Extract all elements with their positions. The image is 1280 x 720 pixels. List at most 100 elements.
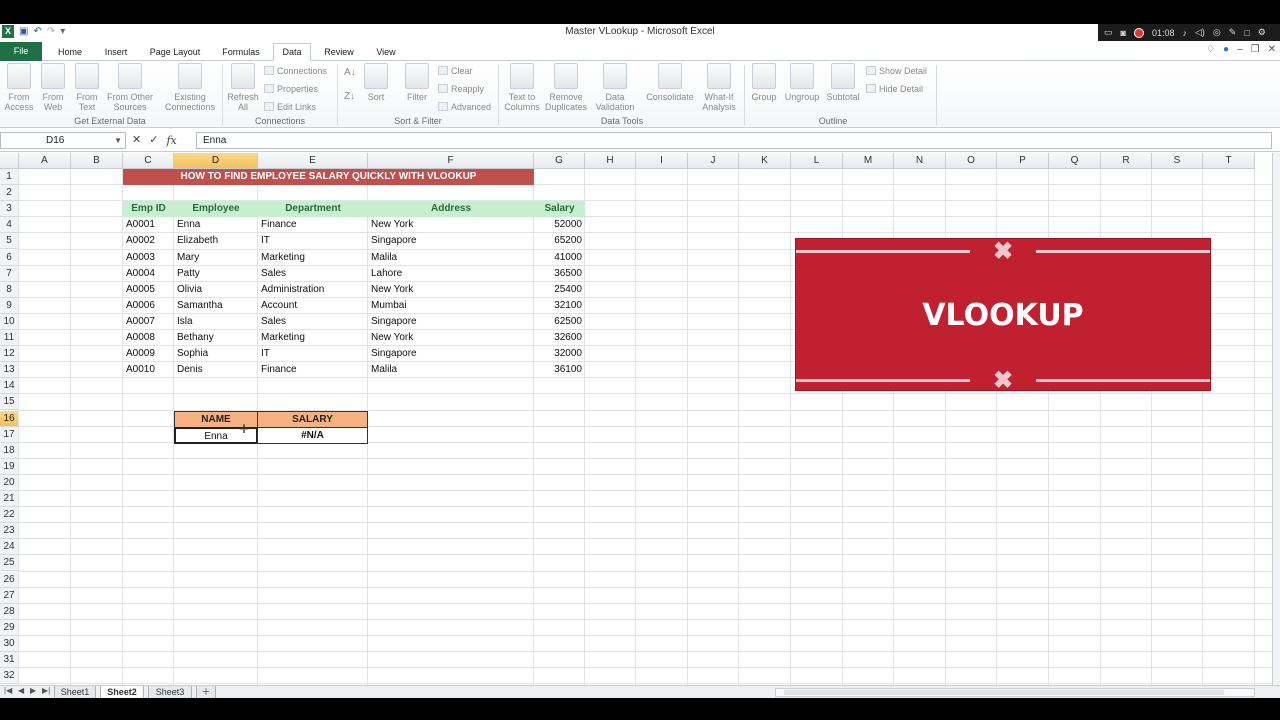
row-header-17[interactable]: 17 bbox=[0, 426, 19, 443]
microphone-icon[interactable]: ♪ bbox=[1182, 28, 1187, 38]
row-header-24[interactable]: 24 bbox=[0, 539, 19, 556]
cell-employee[interactable]: Bethany bbox=[174, 330, 258, 346]
tab-file[interactable]: File bbox=[0, 42, 42, 61]
column-header-p[interactable]: P bbox=[997, 153, 1049, 169]
header-salary[interactable]: Salary bbox=[534, 201, 585, 217]
row-header-30[interactable]: 30 bbox=[0, 635, 19, 652]
cell-emp-id[interactable]: A0009 bbox=[123, 346, 174, 362]
title-banner[interactable]: HOW TO FIND EMPLOYEE SALARY QUICKLY WITH… bbox=[123, 169, 534, 185]
cell-address[interactable]: Singapore bbox=[368, 233, 534, 249]
row-header-12[interactable]: 12 bbox=[0, 346, 19, 363]
cell-salary[interactable]: 62500 bbox=[534, 314, 585, 330]
cell-department[interactable]: Account bbox=[258, 298, 368, 314]
column-header-b[interactable]: B bbox=[71, 153, 123, 169]
window-icon[interactable]: ▭ bbox=[1104, 27, 1113, 38]
tab-formulas[interactable]: Formulas bbox=[216, 44, 266, 61]
remove-duplicates-button[interactable]: Remove Duplicates bbox=[543, 63, 589, 112]
settings-icon[interactable]: ⚙ bbox=[1258, 27, 1266, 38]
cell-department[interactable]: IT bbox=[258, 346, 368, 362]
cell-employee[interactable]: Samantha bbox=[174, 298, 258, 314]
advanced-button[interactable]: Advanced bbox=[438, 101, 491, 113]
cell-department[interactable]: Sales bbox=[258, 266, 368, 282]
data-validation-button[interactable]: Data Validation bbox=[592, 63, 638, 112]
column-header-s[interactable]: S bbox=[1152, 153, 1203, 169]
column-header-n[interactable]: N bbox=[894, 153, 946, 169]
cell-employee[interactable]: Sophia bbox=[174, 346, 258, 362]
sort-ascending-icon[interactable]: A↓ bbox=[344, 67, 356, 79]
row-header-29[interactable]: 29 bbox=[0, 619, 19, 636]
chevron-down-icon[interactable]: ▼ bbox=[114, 133, 122, 148]
reapply-button[interactable]: Reapply bbox=[438, 83, 484, 95]
row-header-8[interactable]: 8 bbox=[0, 281, 19, 298]
connections-button[interactable]: Connections bbox=[264, 65, 327, 77]
column-header-r[interactable]: R bbox=[1101, 153, 1152, 169]
tab-home[interactable]: Home bbox=[50, 44, 90, 61]
cell-emp-id[interactable]: A0003 bbox=[123, 250, 174, 266]
column-header-j[interactable]: J bbox=[688, 153, 739, 169]
sheet-tab-sheet1[interactable]: Sheet1 bbox=[54, 686, 96, 698]
cell-employee[interactable]: Olivia bbox=[174, 282, 258, 298]
cell-emp-id[interactable]: A0006 bbox=[123, 298, 174, 314]
tab-review[interactable]: Review bbox=[319, 44, 359, 61]
lookup-salary-header[interactable]: SALARY bbox=[257, 411, 368, 428]
sort-descending-icon[interactable]: Z↓ bbox=[344, 91, 355, 103]
row-header-16[interactable]: 16 bbox=[0, 410, 19, 427]
formula-input[interactable]: Enna bbox=[196, 132, 1272, 149]
from-web-button[interactable]: From Web bbox=[38, 63, 68, 112]
row-header-11[interactable]: 11 bbox=[0, 330, 19, 346]
column-header-o[interactable]: O bbox=[946, 153, 997, 169]
horizontal-scrollbar[interactable] bbox=[775, 688, 1255, 697]
cell-emp-id[interactable]: A0010 bbox=[123, 362, 174, 378]
row-header-31[interactable]: 31 bbox=[0, 652, 19, 668]
cell-salary[interactable]: 25400 bbox=[534, 282, 585, 298]
filter-button[interactable]: Filter bbox=[402, 63, 432, 102]
enter-icon[interactable]: ✓ bbox=[149, 132, 158, 149]
cell-address[interactable]: Malila bbox=[368, 250, 534, 266]
column-header-k[interactable]: K bbox=[739, 153, 791, 169]
cell-emp-id[interactable]: A0004 bbox=[123, 266, 174, 282]
cell-address[interactable]: New York bbox=[368, 330, 534, 346]
sheet-tab-sheet2[interactable]: Sheet2 bbox=[100, 686, 144, 698]
column-header-t[interactable]: T bbox=[1203, 153, 1255, 169]
properties-button[interactable]: Properties bbox=[264, 83, 318, 95]
cell-employee[interactable]: Mary bbox=[174, 250, 258, 266]
cell-salary[interactable]: 65200 bbox=[534, 233, 585, 249]
cancel-icon[interactable]: ✕ bbox=[132, 132, 141, 149]
clear-button[interactable]: Clear bbox=[438, 65, 473, 77]
pen-icon[interactable]: ✎ bbox=[1229, 27, 1237, 38]
header-employee[interactable]: Employee bbox=[174, 201, 258, 217]
sort-button[interactable]: Sort bbox=[362, 63, 390, 102]
row-header-18[interactable]: 18 bbox=[0, 442, 19, 459]
cell-employee[interactable]: Denis bbox=[174, 362, 258, 378]
cell-employee[interactable]: Elizabeth bbox=[174, 233, 258, 249]
tab-data[interactable]: Data bbox=[273, 43, 311, 62]
cell-emp-id[interactable]: A0005 bbox=[123, 282, 174, 298]
row-header-3[interactable]: 3 bbox=[0, 201, 19, 218]
row-header-7[interactable]: 7 bbox=[0, 265, 19, 282]
row-header-6[interactable]: 6 bbox=[0, 249, 19, 266]
hide-detail-button[interactable]: Hide Detail bbox=[866, 83, 923, 95]
cell-salary[interactable]: 32000 bbox=[534, 346, 585, 362]
tab-view[interactable]: View bbox=[366, 44, 406, 61]
help-minimize-ribbon-icon[interactable]: ♢ bbox=[1206, 44, 1215, 55]
row-header-28[interactable]: 28 bbox=[0, 603, 19, 620]
from-access-button[interactable]: From Access bbox=[4, 63, 34, 112]
cell-emp-id[interactable]: A0008 bbox=[123, 330, 174, 346]
row-header-9[interactable]: 9 bbox=[0, 297, 19, 314]
row-header-19[interactable]: 19 bbox=[0, 458, 19, 475]
cell-employee[interactable]: Patty bbox=[174, 266, 258, 282]
minimize-icon[interactable]: – bbox=[1237, 44, 1243, 55]
edit-links-button[interactable]: Edit Links bbox=[264, 101, 316, 113]
worksheet-grid[interactable]: ABCDEFGHIJKLMNOPQRST 1 2 3 4 5 6 7 8 9 10 11 12 13 14… bbox=[0, 153, 1272, 685]
row-header-26[interactable]: 26 bbox=[0, 571, 19, 588]
row-header-1[interactable]: 1 bbox=[0, 169, 19, 185]
header-address[interactable]: Address bbox=[368, 201, 534, 217]
row-header-23[interactable]: 23 bbox=[0, 523, 19, 540]
cell-salary[interactable]: 36500 bbox=[534, 266, 585, 282]
next-sheet-icon[interactable]: ▶ bbox=[30, 686, 36, 695]
column-header-e[interactable]: E bbox=[258, 153, 368, 169]
cell-salary[interactable]: 41000 bbox=[534, 250, 585, 266]
row-header-32[interactable]: 32 bbox=[0, 668, 19, 685]
vlookup-graphic[interactable]: ✖ VLOOKUP ✖ bbox=[795, 238, 1211, 393]
cell-address[interactable]: New York bbox=[368, 217, 534, 233]
